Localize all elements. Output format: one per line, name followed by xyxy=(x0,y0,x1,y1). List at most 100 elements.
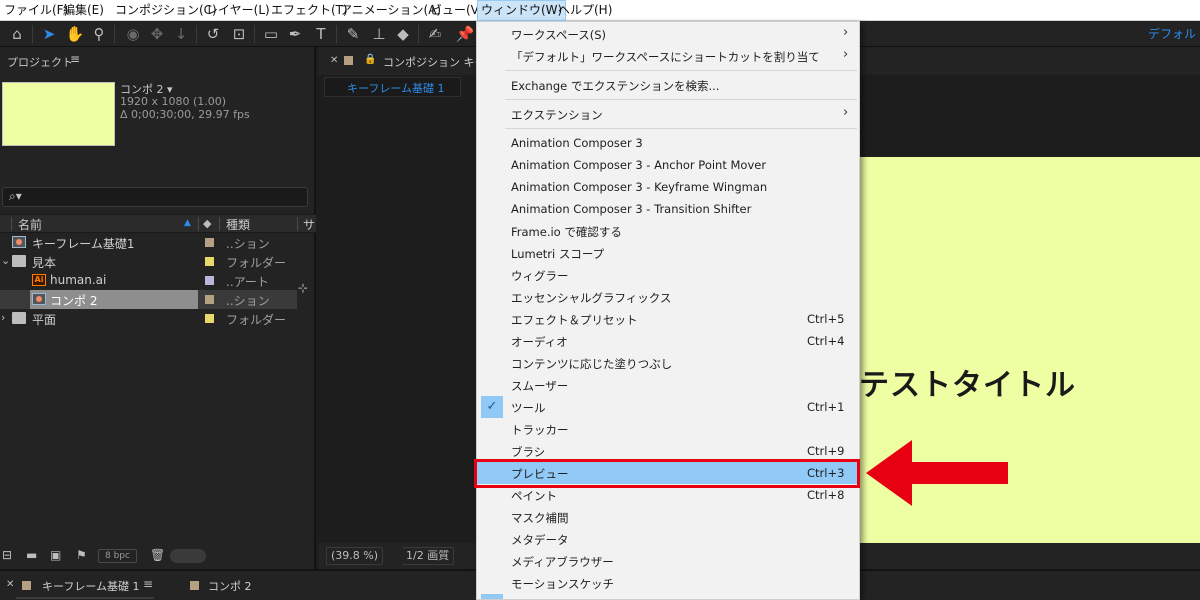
menu-item-shortcut: Ctrl+8 xyxy=(807,488,845,502)
annotation-highlight-box xyxy=(474,459,860,488)
menu-item[interactable]: Animation Composer 3 - Transition Shifte… xyxy=(477,198,859,220)
column-type[interactable]: 種類 xyxy=(226,216,250,233)
project-search-input[interactable]: ⌕▾ xyxy=(2,187,308,207)
menu-item-tools[interactable]: ✓ ツール Ctrl+1 xyxy=(477,396,859,418)
close-icon[interactable]: ✕ xyxy=(6,579,14,590)
project-item-row[interactable]: Ai human.ai ..アート xyxy=(0,271,297,290)
composition-subtab[interactable]: キーフレーム基礎 1 xyxy=(324,77,461,97)
composition-canvas[interactable]: テストタイトル xyxy=(855,157,1200,585)
project-item-row[interactable]: キーフレーム基礎1 ..ション xyxy=(0,233,297,252)
new-folder-icon[interactable]: ▬ xyxy=(26,548,37,562)
workspace-default-label[interactable]: デフォル xyxy=(1148,21,1196,47)
anchor-point-tool-icon[interactable]: ⊡ xyxy=(228,23,250,45)
menu-item-exchange[interactable]: Exchange でエクステンションを検索... xyxy=(477,74,859,96)
puppet-pin-tool-icon[interactable]: 📌 xyxy=(454,23,476,45)
project-folder-row[interactable]: ⌄ 見本 フォルダー xyxy=(0,252,297,271)
menu-item[interactable]: トラッカー xyxy=(477,418,859,440)
magnification-dropdown[interactable]: (39.8 %) xyxy=(326,547,384,565)
orbit-camera-icon[interactable]: ◉ xyxy=(122,23,144,45)
label-color-swatch[interactable] xyxy=(205,276,214,285)
composition-icon xyxy=(32,293,46,305)
close-icon[interactable]: ✕ xyxy=(330,55,338,66)
label-color-swatch[interactable] xyxy=(205,238,214,247)
clone-stamp-tool-icon[interactable]: ⊥ xyxy=(368,23,390,45)
bit-depth-button[interactable]: 8 bpc xyxy=(98,549,137,563)
menu-separator xyxy=(505,99,857,100)
menu-item[interactable]: エッセンシャルグラフィックス xyxy=(477,286,859,308)
flowchart-adjust-icon[interactable]: ⚑ xyxy=(76,548,87,562)
dolly-camera-icon[interactable]: ↓ xyxy=(170,23,192,45)
menu-item[interactable]: スムーザー xyxy=(477,374,859,396)
chevron-right-icon[interactable]: › xyxy=(1,311,5,324)
menu-item[interactable]: Animation Composer 3 xyxy=(477,132,859,154)
menu-animation[interactable]: アニメーション(A) xyxy=(340,0,441,21)
project-item-type: フォルダー xyxy=(226,256,287,270)
menu-item[interactable]: コンテンツに応じた塗りつぶし xyxy=(477,352,859,374)
column-name[interactable]: 名前 xyxy=(18,216,42,233)
menu-item[interactable]: Lumetri スコープ xyxy=(477,242,859,264)
timeline-tab[interactable]: コンポ 2 xyxy=(180,571,280,600)
pen-tool-icon[interactable]: ✒ xyxy=(284,23,306,45)
lock-icon[interactable]: 🔒 xyxy=(364,54,376,65)
interpret-footage-icon[interactable]: ⊟ xyxy=(2,548,12,562)
menu-file[interactable]: ファイル(F) xyxy=(4,0,68,21)
checkmark-icon: ✓ xyxy=(481,396,503,418)
menu-window[interactable]: ウィンドウ(W) xyxy=(477,0,567,21)
project-item-row-selected[interactable]: コンポ 2 ..ション xyxy=(0,290,297,309)
chevron-down-icon[interactable]: ⌄ xyxy=(1,254,10,267)
menu-item[interactable]: Animation Composer 3 - Anchor Point Move… xyxy=(477,154,859,176)
type-tool-icon[interactable]: T xyxy=(310,23,332,45)
hand-tool-icon[interactable]: ✋ xyxy=(64,23,86,45)
menu-separator xyxy=(505,128,857,129)
menu-item[interactable]: メディアブラウザー xyxy=(477,550,859,572)
menu-composition[interactable]: コンポジション(C) xyxy=(115,0,217,21)
selection-tool-icon[interactable]: ➤ xyxy=(38,23,60,45)
canvas-text-layer[interactable]: テストタイトル xyxy=(859,360,1076,404)
panel-menu-icon[interactable]: ≡ xyxy=(70,52,80,66)
menu-item[interactable]: マスク補間 xyxy=(477,506,859,528)
column-size[interactable]: サ xyxy=(303,216,315,233)
flowchart-icon[interactable]: ⊹ xyxy=(298,281,308,295)
new-composition-icon[interactable]: ▣ xyxy=(50,548,61,562)
menu-effect[interactable]: エフェクト(T) xyxy=(271,0,348,21)
menu-item-label: Exchange でエクステンションを検索... xyxy=(511,79,720,93)
thumbnail-size-slider[interactable] xyxy=(170,549,206,563)
trash-icon[interactable]: 🗑 xyxy=(150,548,165,562)
menu-help[interactable]: ヘルプ(H) xyxy=(558,0,612,21)
column-divider xyxy=(198,217,199,231)
menu-item[interactable]: Frame.io で確認する xyxy=(477,220,859,242)
menu-item[interactable]: オーディオ Ctrl+4 xyxy=(477,330,859,352)
menu-view[interactable]: ビュー(V) xyxy=(430,0,484,21)
label-color-swatch[interactable] xyxy=(205,295,214,304)
menu-item[interactable]: エフェクト＆プリセット Ctrl+5 xyxy=(477,308,859,330)
project-folder-row[interactable]: › 平面 フォルダー xyxy=(0,309,297,328)
label-color-swatch[interactable] xyxy=(205,257,214,266)
timeline-tab-active[interactable]: ✕ キーフレーム基礎 1 ≡ xyxy=(0,571,160,600)
roto-brush-tool-icon[interactable]: ✍ xyxy=(424,23,446,45)
menu-layer[interactable]: レイヤー(L) xyxy=(206,0,270,21)
menu-edit[interactable]: 編集(E) xyxy=(63,0,104,21)
menu-item[interactable]: Animation Composer 3 - Keyframe Wingman xyxy=(477,176,859,198)
home-icon[interactable]: ⌂ xyxy=(6,23,28,45)
menu-item-extensions[interactable]: エクステンション › xyxy=(477,103,859,125)
panel-menu-icon[interactable]: ≡ xyxy=(143,577,153,591)
project-panel-title[interactable]: プロジェクト xyxy=(7,54,73,70)
menu-item[interactable]: メタデータ xyxy=(477,528,859,550)
menu-item-label: スムーザー xyxy=(511,379,569,393)
rectangle-tool-icon[interactable]: ▭ xyxy=(260,23,282,45)
menu-item[interactable]: モーションスケッチ xyxy=(477,572,859,594)
rotation-tool-icon[interactable]: ↺ xyxy=(202,23,224,45)
menu-item-workspace[interactable]: ワークスペース(S) › xyxy=(477,23,859,45)
eraser-tool-icon[interactable]: ◆ xyxy=(392,23,414,45)
search-icon[interactable]: ⌕▾ xyxy=(9,189,22,204)
label-color-swatch[interactable] xyxy=(205,314,214,323)
brush-tool-icon[interactable]: ✎ xyxy=(342,23,364,45)
zoom-tool-icon[interactable]: ⚲ xyxy=(88,23,110,45)
pan-camera-icon[interactable]: ✥ xyxy=(146,23,168,45)
sort-ascending-icon[interactable]: ▲ xyxy=(184,218,191,228)
menu-item[interactable]: ウィグラー xyxy=(477,264,859,286)
menu-item-assign-shortcut[interactable]: 「デフォルト」ワークスペースにショートカットを割り当て › xyxy=(477,45,859,67)
resolution-dropdown[interactable]: 1/2 画質 xyxy=(402,547,455,565)
menu-item-shortcut: Ctrl+5 xyxy=(807,312,845,326)
label-tag-icon[interactable]: ◆ xyxy=(203,217,211,230)
